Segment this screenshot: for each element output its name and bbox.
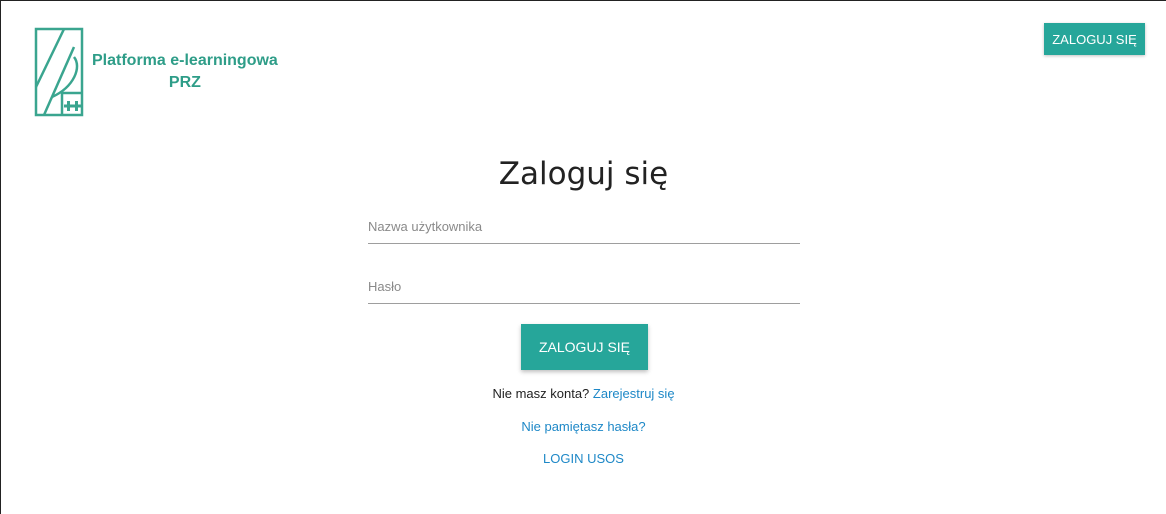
page-title: Zaloguj się <box>498 156 669 192</box>
logo-text: Platforma e-learningowa PRZ <box>92 50 278 94</box>
logo-title: Platforma e-learningowa <box>92 52 278 69</box>
logo-subtitle: PRZ <box>168 74 201 91</box>
password-input[interactable] <box>368 271 800 301</box>
header-login-button[interactable]: ZALOGUJ SIĘ <box>1044 23 1145 55</box>
page-frame: Platforma e-learningowa PRZ ZALOGUJ SIĘ … <box>0 0 1166 514</box>
usos-login-link[interactable]: LOGIN USOS <box>543 451 624 466</box>
login-submit-button[interactable]: ZALOGUJ SIĘ <box>521 324 648 370</box>
register-link[interactable]: Zarejestruj się <box>593 386 675 401</box>
forgot-password-link[interactable]: Nie pamiętasz hasła? <box>521 419 645 434</box>
usos-login-line: LOGIN USOS <box>1 451 1166 466</box>
password-field <box>368 271 800 304</box>
no-account-text: Nie masz konta? <box>492 386 590 401</box>
prz-logo-icon <box>34 27 84 117</box>
username-field <box>368 211 800 244</box>
register-line: Nie masz konta? Zarejestruj się <box>1 386 1166 401</box>
header: Platforma e-learningowa PRZ ZALOGUJ SIĘ <box>1 1 1166 131</box>
forgot-password-line: Nie pamiętasz hasła? <box>1 419 1166 434</box>
username-input[interactable] <box>368 211 800 241</box>
logo[interactable]: Platforma e-learningowa PRZ <box>34 27 278 117</box>
